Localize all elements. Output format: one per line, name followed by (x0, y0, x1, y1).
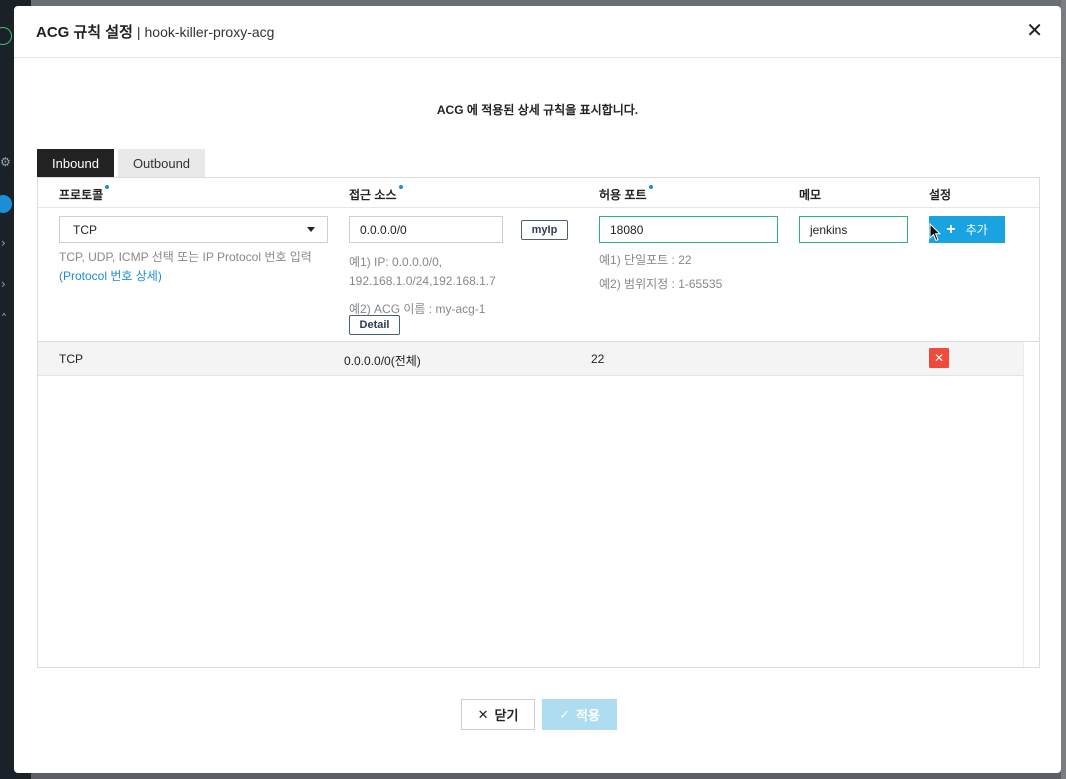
close-icon: ✕ (477, 706, 489, 722)
chevron-up-icon: ˄ (1, 312, 7, 326)
source-help-line1: 예1) IP: 0.0.0.0/0, (349, 255, 443, 269)
delete-rule-button[interactable]: ✕ (929, 348, 949, 368)
header-memo: 메모 (799, 188, 822, 202)
port-input-value: 18080 (610, 222, 644, 237)
modal-header: ACG 규칙 설정 | hook-killer-proxy-acg (14, 6, 1061, 58)
tab-outbound[interactable]: Outbound (118, 149, 205, 177)
header-setting: 설정 (929, 188, 952, 202)
close-icon[interactable]: ✕ (1026, 20, 1043, 40)
modal-description: ACG 에 적용된 상세 규칙을 표시합니다. (436, 103, 639, 117)
protocol-help-text: TCP, UDP, ICMP 선택 또는 IP Protocol 번호 입력 (59, 250, 312, 264)
port-input[interactable]: 18080 (599, 216, 778, 243)
close-button-label: 닫기 (494, 708, 519, 723)
rule-tabs: Inbound Outbound (37, 149, 209, 177)
protocol-help: TCP, UDP, ICMP 선택 또는 IP Protocol 번호 입력 (… (59, 248, 312, 286)
source-help-line2: 192.168.1.0/24,192.168.1.7 (349, 274, 496, 288)
status-circle-icon (0, 27, 12, 45)
rule-port: 22 (591, 352, 605, 366)
required-dot-icon (398, 185, 403, 189)
close-button[interactable]: ✕ 닫기 (461, 699, 535, 730)
memo-input-value: jenkins (810, 222, 848, 237)
chevron-right-icon: › (1, 277, 6, 291)
modal-title: ACG 규칙 설정 (36, 24, 133, 41)
new-rule-form: TCP TCP, UDP, ICMP 선택 또는 IP Protocol 번호 … (38, 208, 1039, 342)
port-help-line2: 예2) 범위지정 : 1-65535 (599, 277, 723, 291)
source-input[interactable]: 0.0.0.0/0 (349, 216, 503, 243)
gear-icon: ⚙ (0, 155, 11, 169)
rule-source: 0.0.0.0/0(전체) (344, 354, 421, 368)
protocol-select[interactable]: TCP (59, 216, 328, 243)
memo-input[interactable]: jenkins (799, 216, 908, 243)
tab-inbound[interactable]: Inbound (37, 149, 114, 177)
protocol-help-link-line: (Protocol 번호 상세) (59, 267, 312, 286)
acg-rule-modal: ACG 규칙 설정 | hook-killer-proxy-acg ✕ ACG … (14, 6, 1061, 773)
header-port: 허용 포트 (599, 185, 653, 203)
caret-down-icon (307, 227, 315, 232)
mouse-cursor-icon (929, 223, 941, 242)
rule-list: TCP 0.0.0.0/0(전체) 22 ✕ (38, 342, 1023, 667)
background-right-edge (1061, 0, 1066, 779)
plus-icon: + (946, 220, 956, 238)
required-dot-icon (105, 185, 110, 189)
required-dot-icon (648, 185, 653, 189)
myip-button[interactable]: myIp (521, 220, 568, 240)
rules-panel: 프로토콜 접근 소스 허용 포트 메모 설정 TCP TCP, UDP, ICM… (37, 177, 1040, 668)
chevron-right-icon: › (1, 236, 6, 250)
rule-protocol: TCP (59, 352, 83, 366)
table-header: 프로토콜 접근 소스 허용 포트 메모 설정 (38, 178, 1039, 208)
port-help-line1: 예1) 단일포트 : 22 (599, 253, 692, 267)
source-help: 예1) IP: 0.0.0.0/0, 192.168.1.0/24,192.16… (349, 253, 496, 319)
rule-list-scrollbar[interactable] (1023, 342, 1039, 667)
apply-button[interactable]: ✓ 적용 (542, 699, 617, 730)
acg-name: hook-killer-proxy-acg (144, 23, 275, 40)
port-help: 예1) 단일포트 : 22 예2) 범위지정 : 1-65535 (599, 248, 722, 296)
table-row: TCP 0.0.0.0/0(전체) 22 ✕ (38, 342, 1023, 376)
add-rule-label: 추가 (965, 223, 988, 237)
header-protocol: 프로토콜 (59, 185, 110, 203)
source-input-value: 0.0.0.0/0 (360, 222, 407, 237)
title-separator: | (136, 23, 141, 40)
protocol-select-value: TCP (73, 222, 97, 237)
protocol-number-link[interactable]: Protocol 번호 상세 (63, 269, 158, 283)
apply-button-label: 적용 (575, 708, 600, 723)
toggle-icon (0, 195, 12, 213)
link-paren-close: ) (157, 269, 162, 283)
detail-button[interactable]: Detail (349, 315, 400, 335)
check-icon: ✓ (559, 706, 570, 722)
header-source: 접근 소스 (349, 185, 403, 203)
